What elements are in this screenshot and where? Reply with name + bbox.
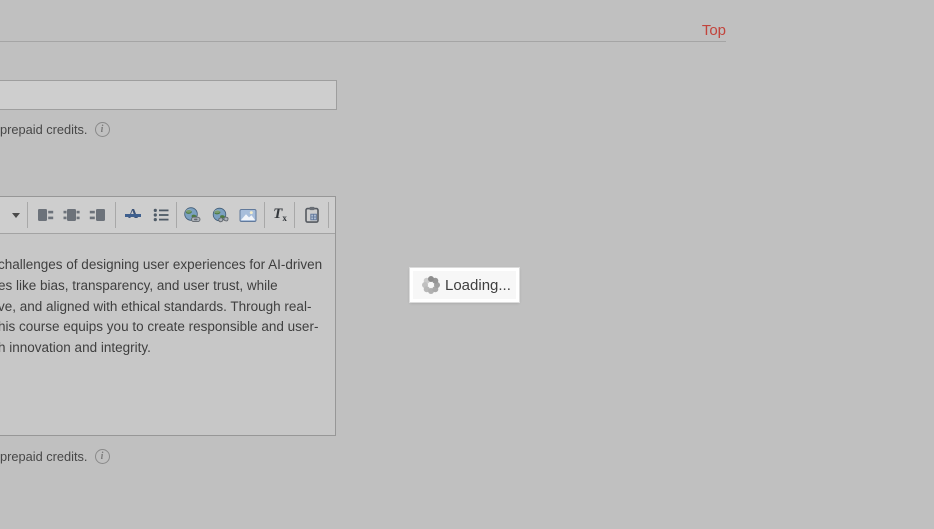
section-divider: [0, 41, 726, 42]
credits-note-1: prepaid credits. i: [0, 122, 110, 137]
bullet-list-icon: [153, 208, 169, 222]
clear-formatting-button[interactable]: Tx: [267, 201, 293, 229]
toolbar-separator: [115, 202, 116, 228]
toolbar-separator: [328, 202, 329, 228]
unlink-button[interactable]: [207, 201, 233, 229]
credits-note-text: prepaid credits.: [0, 449, 88, 464]
image-icon: [239, 208, 257, 223]
editor-text-line: h innovation and integrity.: [0, 338, 331, 359]
chevron-down-icon: [12, 213, 20, 218]
format-dropdown-button[interactable]: [5, 201, 27, 229]
info-icon[interactable]: i: [95, 449, 110, 464]
align-center-button[interactable]: [58, 201, 84, 229]
toolbar-separator: [176, 202, 177, 228]
clipboard-icon: [304, 206, 320, 224]
bullet-list-button[interactable]: [147, 201, 175, 229]
page: Top prepaid credits. i: [0, 0, 934, 529]
editor-text-line: challenges of designing user experiences…: [0, 255, 331, 276]
unlink-globe-icon: [211, 207, 229, 223]
credits-input[interactable]: [0, 80, 337, 110]
top-anchor-link[interactable]: Top: [702, 22, 726, 39]
strikethrough-icon: A: [125, 207, 141, 223]
loading-dialog: Loading...: [410, 268, 519, 302]
loading-label: Loading...: [445, 277, 511, 294]
credits-note-2: prepaid credits. i: [0, 449, 110, 464]
strikethrough-button[interactable]: A: [119, 201, 147, 229]
clear-formatting-icon: Tx: [273, 207, 287, 223]
toolbar-separator: [294, 202, 295, 228]
spinner-icon: [429, 283, 433, 287]
credits-note-text: prepaid credits.: [0, 122, 88, 137]
toolbar-separator: [264, 202, 265, 228]
align-center-icon: [63, 208, 80, 222]
rich-text-editor: A: [0, 196, 336, 436]
editor-text-line: his course equips you to create responsi…: [0, 317, 331, 338]
editor-content-area[interactable]: challenges of designing user experiences…: [0, 234, 335, 435]
align-left-button[interactable]: [32, 201, 58, 229]
editor-text-line: ve, and aligned with ethical standards. …: [0, 297, 331, 318]
align-right-button[interactable]: [84, 201, 110, 229]
insert-link-button[interactable]: [179, 201, 205, 229]
toolbar-separator: [27, 202, 28, 228]
info-icon[interactable]: i: [95, 122, 110, 137]
paste-button[interactable]: [298, 201, 326, 229]
editor-toolbar: A: [0, 197, 335, 234]
editor-text-line: es like bias, transparency, and user tru…: [0, 276, 331, 297]
align-right-icon: [89, 208, 106, 222]
insert-image-button[interactable]: [235, 201, 261, 229]
link-globe-icon: [183, 207, 201, 223]
align-left-icon: [37, 208, 54, 222]
